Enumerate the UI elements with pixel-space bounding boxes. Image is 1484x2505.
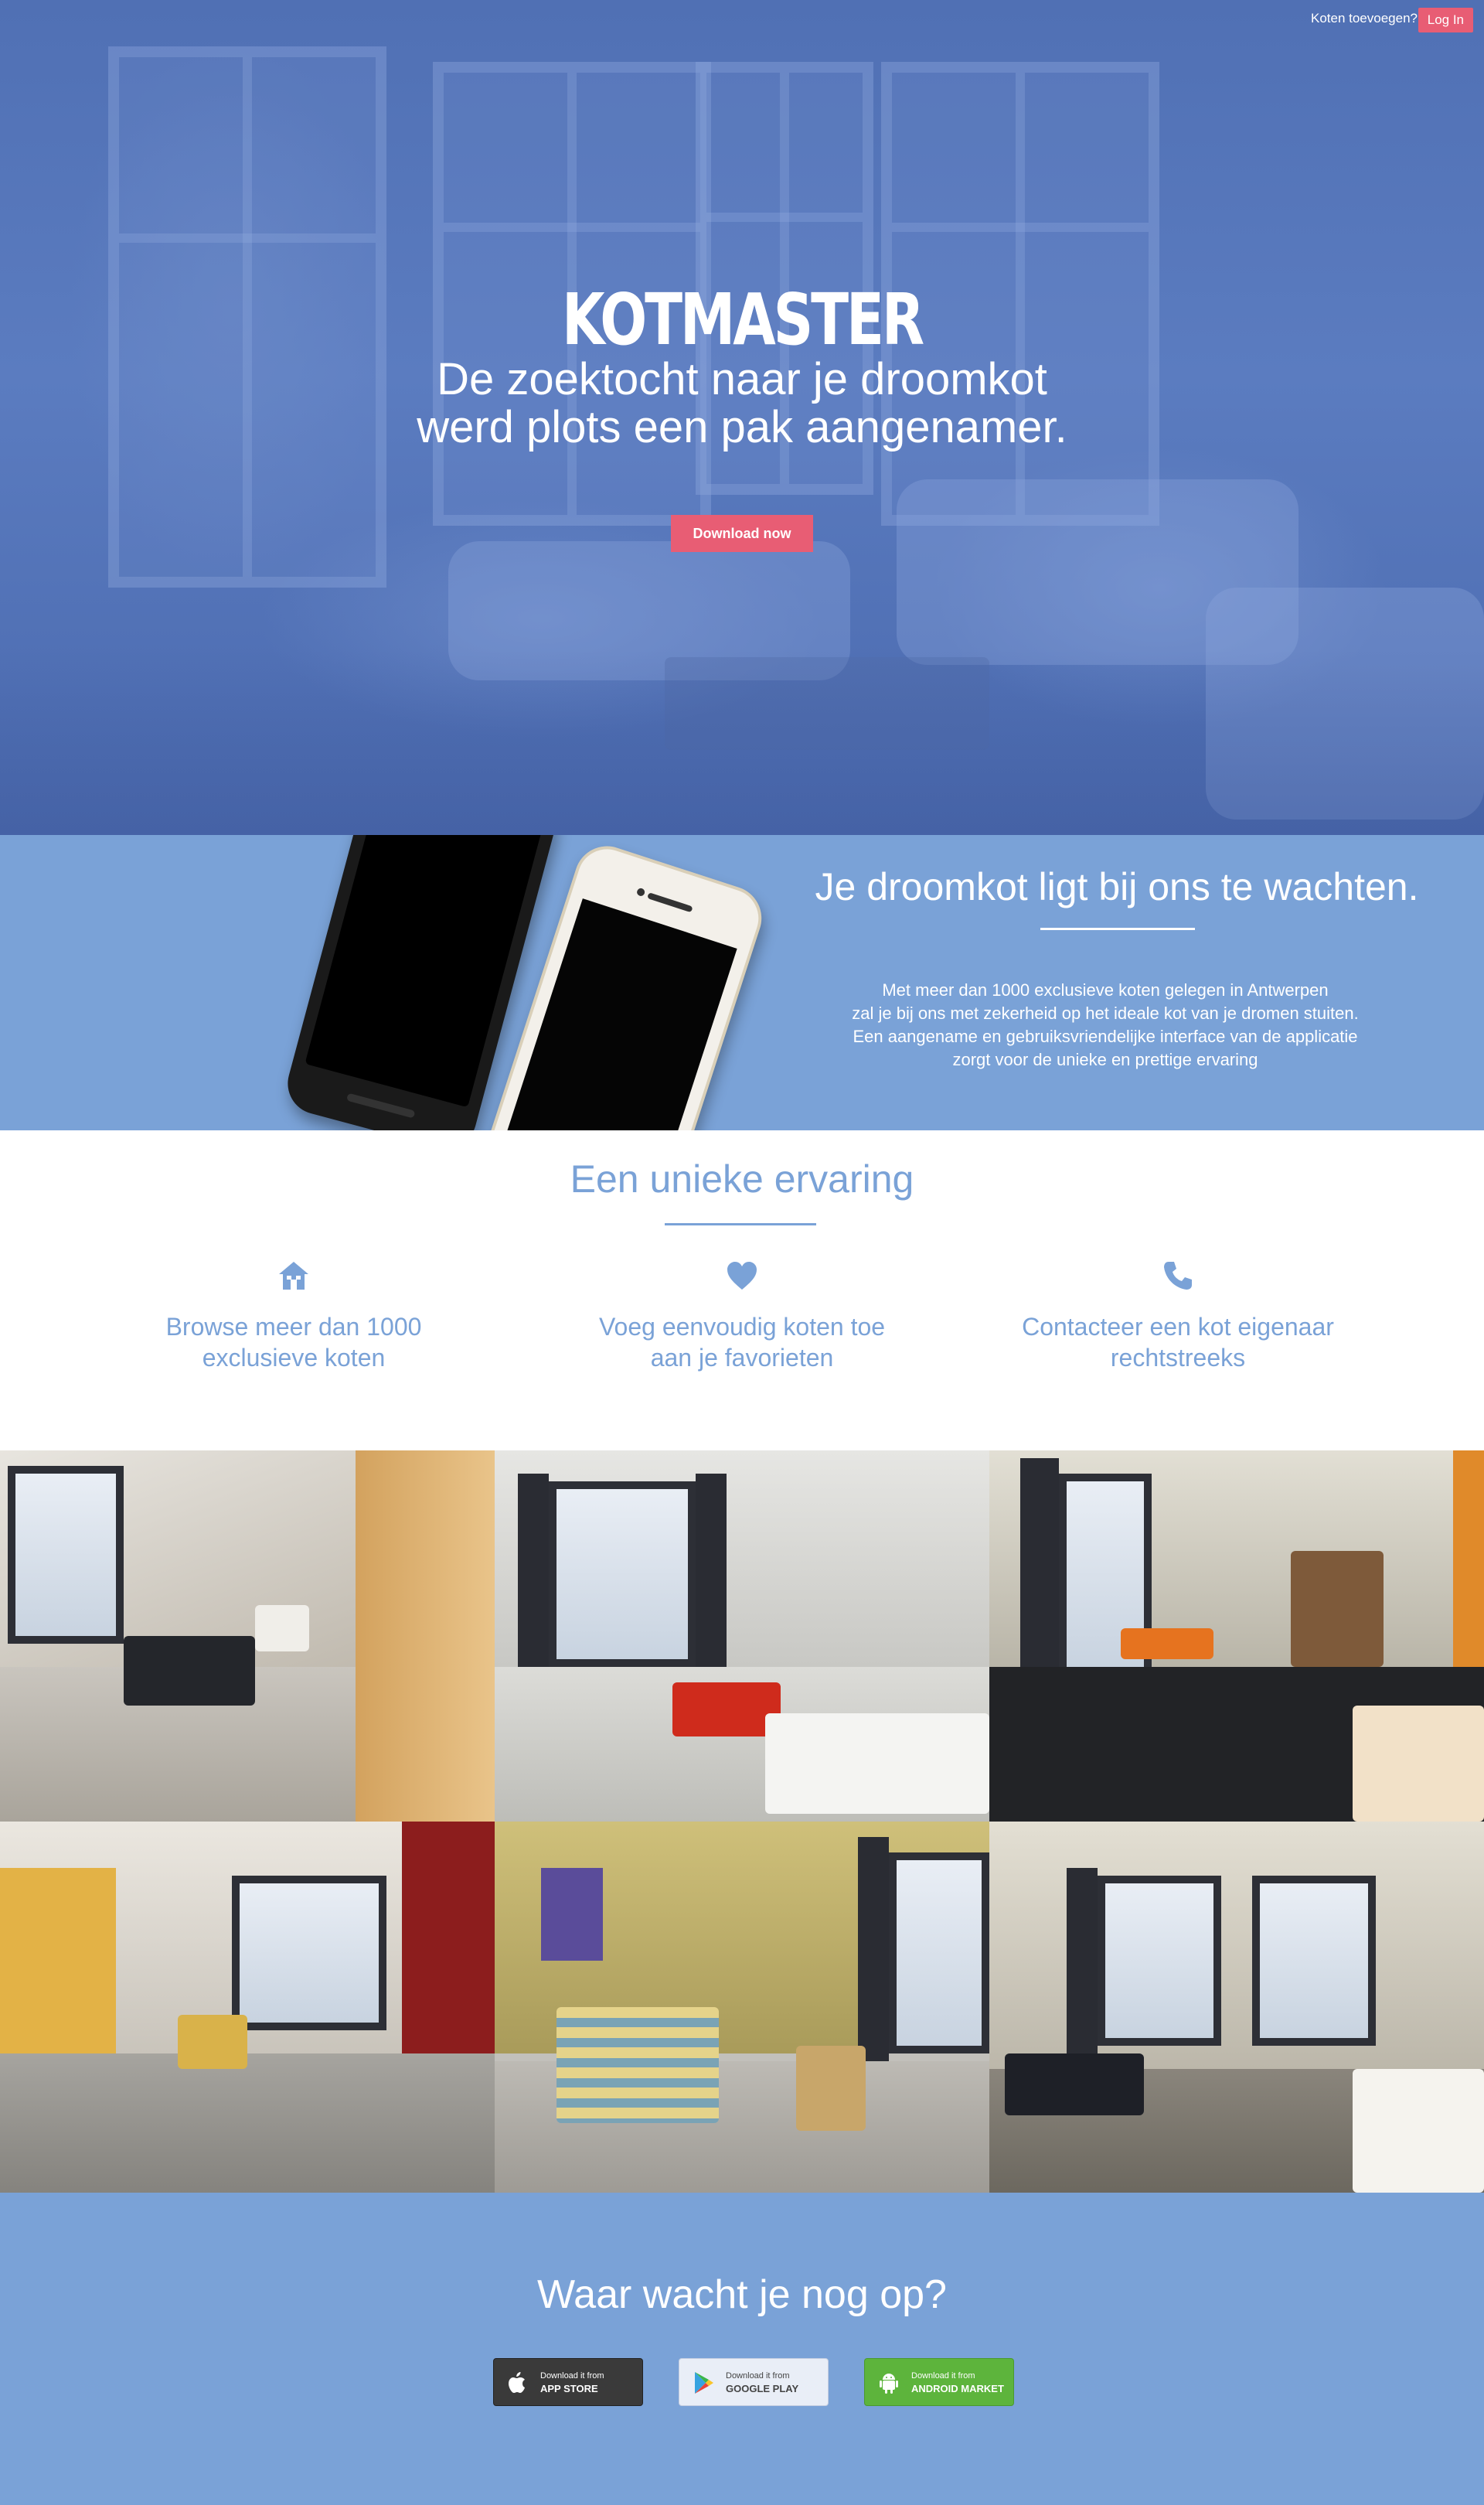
room-window — [8, 1466, 124, 1644]
promo-text: Met meer dan 1000 exclusieve koten geleg… — [757, 979, 1453, 1072]
promo-text-line: zorgt voor de unieke en prettige ervarin… — [952, 1050, 1258, 1069]
store-name: GOOGLE PLAY — [726, 2383, 799, 2394]
promo-divider — [1040, 928, 1195, 930]
hero-bg-floor — [0, 649, 1484, 835]
feature-text-line: aan je favorieten — [650, 1344, 834, 1372]
android-market-button[interactable]: Download it from ANDROID MARKET — [864, 2358, 1014, 2406]
room-photo[interactable] — [989, 1450, 1484, 1822]
promo-section: Je droomkot ligt bij ons te wachten. Met… — [0, 835, 1484, 1130]
room-shelf — [255, 1605, 309, 1651]
room-poster — [541, 1868, 603, 1961]
room-bed — [556, 2007, 719, 2123]
promo-text-line: Met meer dan 1000 exclusieve koten geleg… — [882, 980, 1329, 1000]
promo-title: Je droomkot ligt bij ons te wachten. — [815, 865, 1419, 908]
room-photo[interactable] — [0, 1450, 495, 1822]
feature-text-line: exclusieve koten — [202, 1344, 386, 1372]
google-play-button[interactable]: Download it from GOOGLE PLAY — [679, 2358, 829, 2406]
google-play-icon — [695, 2372, 713, 2394]
features-title: Een unieke ervaring — [570, 1157, 914, 1201]
feature-contact: Contacteer een kot eigenaar rechtstreeks — [977, 1259, 1379, 1373]
room-stairs — [356, 1450, 495, 1822]
room-chair — [796, 2046, 866, 2131]
app-store-button[interactable]: Download it from APP STORE — [493, 2358, 643, 2406]
hero-subtitle: De zoektocht naar je droomkot werd plots… — [0, 356, 1484, 452]
room-window — [549, 1481, 696, 1667]
feature-text-line: Browse meer dan 1000 — [165, 1313, 422, 1341]
room-floor — [0, 2053, 495, 2193]
android-icon — [880, 2374, 898, 2394]
feature-text: Contacteer een kot eigenaar rechtstreeks — [977, 1311, 1379, 1373]
phone-screen — [496, 898, 737, 1130]
apple-icon — [509, 2372, 525, 2393]
promo-text-line: Een aangename en gebruiksvriendelijke in… — [853, 1027, 1358, 1046]
room-rug — [672, 1682, 781, 1736]
house-icon — [279, 1262, 308, 1290]
hero-subtitle-line: De zoektocht naar je droomkot — [437, 354, 1047, 404]
store-small-text: Download it from — [911, 2371, 975, 2381]
store-small-text: Download it from — [726, 2371, 790, 2381]
phone-screen — [305, 835, 546, 1108]
store-name: ANDROID MARKET — [911, 2383, 1004, 2394]
room-sofa — [124, 1636, 255, 1706]
room-window — [889, 1852, 989, 2053]
room-photo[interactable] — [989, 1822, 1484, 2193]
download-now-button[interactable]: Download now — [671, 515, 813, 552]
heart-icon — [727, 1262, 757, 1290]
feature-text-line: Contacteer een kot eigenaar — [1022, 1313, 1334, 1341]
features-divider — [665, 1223, 816, 1225]
room-chair — [1121, 1628, 1213, 1659]
hero-subtitle-line: werd plots een pak aangenamer. — [417, 402, 1067, 452]
feature-text: Voeg eenvoudig koten toe aan je favoriet… — [541, 1311, 943, 1373]
feature-favorites: Voeg eenvoudig koten toe aan je favoriet… — [541, 1259, 943, 1373]
room-photo[interactable] — [0, 1822, 495, 2193]
feature-text-line: rechtstreeks — [1110, 1344, 1246, 1372]
add-koten-link[interactable]: Koten toevoegen? — [1311, 11, 1418, 26]
cta-section: Waar wacht je nog op? Download it from A… — [0, 2193, 1484, 2505]
feature-text: Browse meer dan 1000 exclusieve koten — [93, 1311, 495, 1373]
feature-text-line: Voeg eenvoudig koten toe — [598, 1313, 886, 1341]
hero-section: Koten toevoegen? Log In KOTMASTER De zoe… — [0, 0, 1484, 835]
room-bed — [1353, 2069, 1484, 2193]
room-curtain — [858, 1837, 889, 2069]
room-bed — [1353, 1706, 1484, 1822]
store-small-text: Download it from — [540, 2371, 604, 2381]
room-bed — [765, 1713, 989, 1814]
feature-browse: Browse meer dan 1000 exclusieve koten — [93, 1259, 495, 1373]
phone-camera — [635, 887, 646, 898]
room-window — [232, 1876, 386, 2030]
room-table — [178, 2015, 247, 2069]
cta-title: Waar wacht je nog op? — [537, 2272, 947, 2317]
room-gallery — [0, 1450, 1484, 2193]
room-photo[interactable] — [495, 1822, 989, 2193]
login-button[interactable]: Log In — [1418, 8, 1473, 32]
room-curtain — [1067, 1868, 1098, 2069]
room-sofa — [1005, 2053, 1144, 2115]
room-photo[interactable] — [495, 1450, 989, 1822]
room-window — [1252, 1876, 1376, 2046]
room-orange-wall — [1453, 1450, 1484, 1682]
phone-icon — [1164, 1262, 1192, 1290]
room-wall — [989, 1822, 1484, 2069]
brand-title: KOTMASTER — [561, 278, 924, 361]
room-window — [1098, 1876, 1221, 2046]
phone-speaker — [647, 892, 693, 913]
promo-text-line: zal je bij ons met zekerheid op het idea… — [852, 1004, 1359, 1023]
phone-speaker — [345, 1092, 416, 1119]
room-wardrobe — [1291, 1551, 1384, 1667]
store-name: APP STORE — [540, 2383, 598, 2394]
